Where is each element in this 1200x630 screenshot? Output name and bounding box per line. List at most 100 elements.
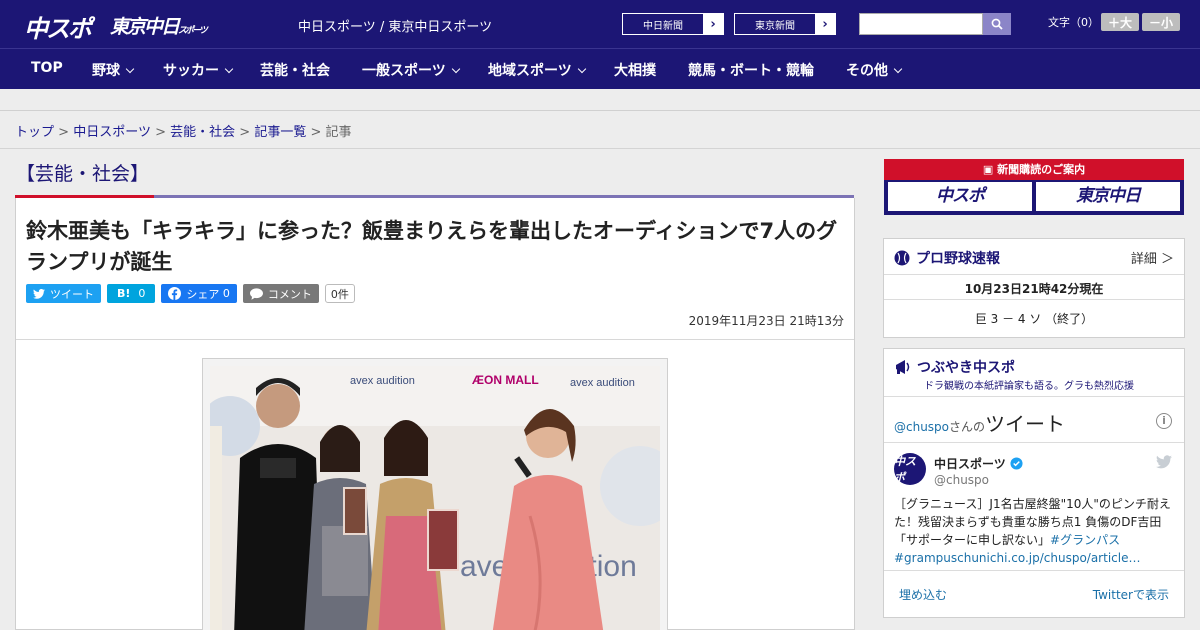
baseball-score[interactable]: 巨 3 － 4 ソ （終了） xyxy=(884,310,1184,327)
subscription-title-text: 新聞購読のご案内 xyxy=(997,163,1086,176)
twitter-panel-header: つぶやき中スポ xyxy=(894,357,1015,377)
subscription-banner[interactable]: ▣ 新聞購読のご案内 中スポ 東京中日 xyxy=(884,159,1184,215)
facebook-share-button[interactable]: シェア 0 xyxy=(161,284,237,303)
panel-divider xyxy=(884,442,1184,443)
embed-link[interactable]: 埋め込む xyxy=(899,586,947,603)
share-buttons: ツイート B! 0 シェア 0 コメント 0件 xyxy=(26,284,355,303)
chevron-right-icon: › xyxy=(815,14,835,34)
account-handle[interactable]: @chuspo xyxy=(934,473,989,487)
nav-item-soccer[interactable]: サッカー xyxy=(163,60,234,80)
search-icon xyxy=(991,18,1003,30)
hatena-bookmark-button[interactable]: B! 0 xyxy=(107,284,156,303)
panel-divider xyxy=(884,274,1184,275)
baseball-updated: 10月23日21時42分現在 xyxy=(964,282,1104,296)
facebook-share-label: シェア xyxy=(186,287,220,301)
tweet-body: ［グラニュース］J1名古屋終盤"10人"のピンチ耐えた！残留決まらずも貴重な勝ち… xyxy=(894,497,1171,547)
timeline-handle[interactable]: @chuspo xyxy=(894,420,949,434)
tokyo-chunichi-logo[interactable]: 東京中日スポーツ xyxy=(110,12,208,39)
nav-item-regional-sports[interactable]: 地域スポーツ xyxy=(488,60,586,80)
nav-item-racing[interactable]: 競馬・ボート・競輪 xyxy=(688,60,814,80)
font-smaller-button[interactable]: －小 xyxy=(1142,13,1180,31)
chuspo-logo[interactable]: 中スポ xyxy=(24,9,92,44)
subscription-title: ▣ 新聞購読のご案内 xyxy=(884,159,1184,180)
breadcrumb-top[interactable]: トップ xyxy=(15,125,54,140)
search-input[interactable] xyxy=(859,13,983,35)
nav-item-entertainment[interactable]: 芸能・社会 xyxy=(260,60,330,80)
breadcrumb-entertainment[interactable]: 芸能・社会 xyxy=(170,125,235,140)
tokyo-shimbun-label: 東京新聞 xyxy=(755,20,795,32)
account-name-row[interactable]: 中日スポーツ xyxy=(934,455,1023,472)
tweet-hashtag[interactable]: #グランパス xyxy=(1050,533,1120,547)
breadcrumb-separator: > xyxy=(58,125,70,140)
nav-label: 野球 xyxy=(92,63,120,79)
chevron-down-icon xyxy=(224,64,234,74)
baseball-panel-title: プロ野球速報 xyxy=(916,251,1000,267)
nav-label: 地域スポーツ xyxy=(488,63,572,79)
breadcrumb: トップ > 中日スポーツ > 芸能・社会 > 記事一覧 > 記事 xyxy=(15,121,352,140)
avatar[interactable]: 中スポ xyxy=(894,453,926,485)
article-divider xyxy=(16,339,854,340)
view-on-twitter-link[interactable]: Twitterで表示 xyxy=(1093,586,1169,603)
nav-item-top[interactable]: TOP xyxy=(31,60,63,76)
nav-item-other[interactable]: その他 xyxy=(846,60,903,80)
chunichi-shimbun-button[interactable]: 中日新聞 › xyxy=(622,13,724,35)
tokyo-shimbun-button[interactable]: 東京新聞 › xyxy=(734,13,836,35)
comment-bubble-icon xyxy=(249,287,263,300)
nav-label: その他 xyxy=(846,63,888,79)
subscribe-tokyo-chunichi-button[interactable]: 東京中日 xyxy=(1036,182,1180,211)
baseball-live-panel: プロ野球速報 詳細 ＞ 10月23日21時42分現在 巨 3 － 4 ソ （終了… xyxy=(883,238,1185,338)
nav-item-general-sports[interactable]: 一般スポーツ xyxy=(362,60,460,80)
published-date: 2019年11月23日 21時13分 xyxy=(688,314,844,328)
hatena-count: 0 xyxy=(138,287,146,300)
nav-label: 一般スポーツ xyxy=(362,63,446,79)
panel-divider xyxy=(884,299,1184,300)
search-button[interactable] xyxy=(983,13,1011,35)
tweet-link[interactable]: #grampuschunichi.co.jp/chuspo/article… xyxy=(894,551,1140,565)
baseball-icon xyxy=(894,250,910,266)
nav-label: 芸能・社会 xyxy=(260,63,330,79)
backdrop-sign: avex audition xyxy=(350,375,415,387)
breadcrumb-separator: > xyxy=(239,125,251,140)
nav-item-baseball[interactable]: 野球 xyxy=(92,60,135,80)
breadcrumb-separator: > xyxy=(155,125,166,140)
tokyo-chunichi-logo-sub: スポーツ xyxy=(178,26,208,36)
timeline-handle-suffix: さんの xyxy=(949,420,986,434)
article-photo-frame: avex audition ÆON MALL avex audition ave… xyxy=(202,358,668,630)
chevron-down-icon xyxy=(577,64,586,74)
facebook-share-count: 0 xyxy=(222,287,230,300)
chevron-right-icon: › xyxy=(703,14,723,34)
subscribe-chuspo-button[interactable]: 中スポ xyxy=(888,182,1032,211)
backdrop-sign: ÆON MALL xyxy=(472,373,539,387)
nav-label: サッカー xyxy=(163,63,219,79)
tweet-button[interactable]: ツイート xyxy=(26,284,101,303)
article-photo[interactable]: avex audition ÆON MALL avex audition ave… xyxy=(210,366,660,630)
backdrop-sign: avex audition xyxy=(570,377,635,389)
hatena-icon: B! xyxy=(117,287,131,300)
megaphone-icon xyxy=(896,360,910,374)
tweet-text[interactable]: ［グラニュース］J1名古屋終盤"10人"のピンチ耐えた！残留決まらずも貴重な勝ち… xyxy=(894,495,1176,567)
breadcrumb-article-list[interactable]: 記事一覧 xyxy=(254,125,306,140)
site-links[interactable]: 中日スポーツ / 東京中日スポーツ xyxy=(298,16,492,35)
info-icon[interactable]: i xyxy=(1156,413,1172,429)
tweet-label: ツイート xyxy=(50,287,94,301)
chevron-down-icon xyxy=(125,64,135,74)
photo-scene: avex audition ÆON MALL avex audition ave… xyxy=(210,366,660,630)
breadcrumb-chunichi-sports[interactable]: 中日スポーツ xyxy=(73,125,151,140)
baseball-panel-header: プロ野球速報 xyxy=(894,248,1000,268)
twitter-bird-icon[interactable] xyxy=(1156,455,1172,469)
breadcrumb-separator: > xyxy=(310,125,322,140)
top-header: 中スポ 東京中日スポーツ 中日スポーツ / 東京中日スポーツ 中日新聞 › 東京… xyxy=(0,0,1200,48)
font-size-label: 文字（0） xyxy=(1048,16,1099,29)
chunichi-shimbun-label: 中日新聞 xyxy=(643,20,683,32)
account-name: 中日スポーツ xyxy=(934,457,1006,471)
main-nav: TOP 野球 サッカー 芸能・社会 一般スポーツ 地域スポーツ 大相撲 競馬・ボ… xyxy=(0,48,1200,89)
twitter-panel-subtitle: ドラ観戦の本紙評論家も語る。グラも熱烈応援 xyxy=(924,381,1134,392)
panel-divider xyxy=(884,396,1184,397)
chevron-down-icon xyxy=(893,64,903,74)
twitter-panel: つぶやき中スポ ドラ観戦の本紙評論家も語る。グラも熱烈応援 @chuspoさんの… xyxy=(883,348,1185,618)
comment-label: コメント xyxy=(267,287,312,301)
nav-item-sumo[interactable]: 大相撲 xyxy=(614,60,656,80)
baseball-detail-link[interactable]: 詳細 ＞ xyxy=(1131,248,1174,267)
font-bigger-button[interactable]: ＋大 xyxy=(1101,13,1139,31)
comment-button[interactable]: コメント xyxy=(242,284,319,303)
